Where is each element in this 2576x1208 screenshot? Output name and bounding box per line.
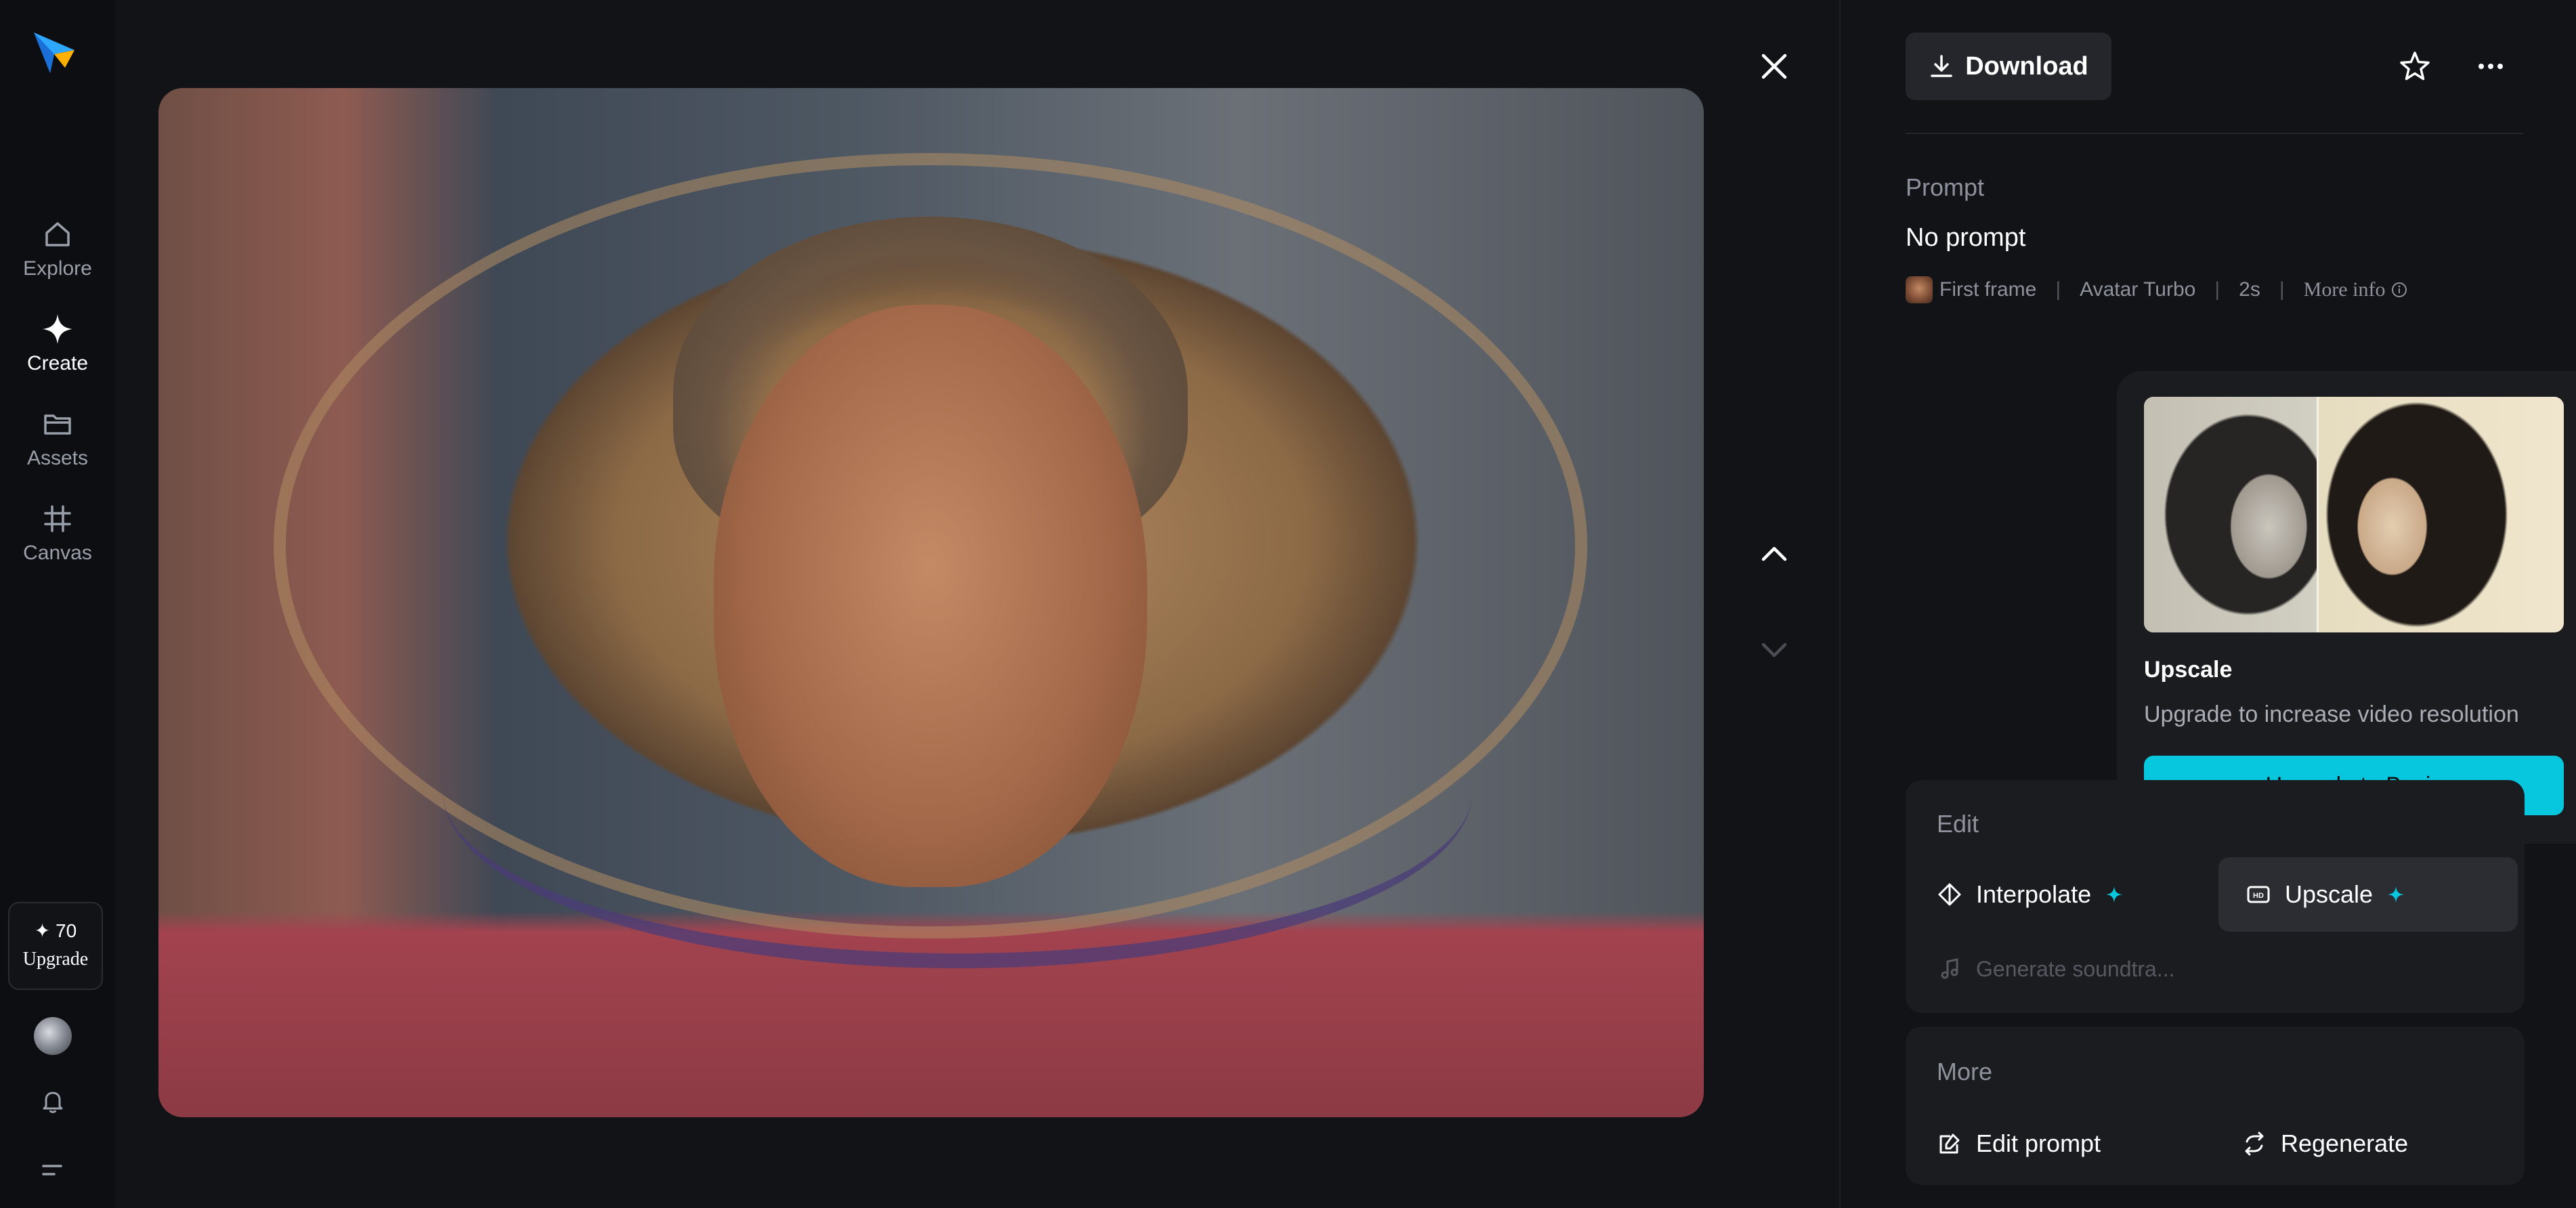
- generated-image: [158, 88, 1704, 1117]
- preview-after: [2319, 397, 2564, 632]
- more-options-icon[interactable]: [2473, 49, 2508, 84]
- sidebar-item-label: Assets: [26, 447, 89, 469]
- edit-card: Edit Interpolate HD Upscale Generate sou…: [1906, 780, 2525, 1013]
- home-icon: [40, 217, 75, 252]
- chevron-up-icon[interactable]: [1757, 536, 1792, 571]
- download-button[interactable]: Download: [1906, 33, 2111, 100]
- upscale-label: Upscale: [2285, 880, 2374, 908]
- interpolate-button[interactable]: Interpolate: [1937, 857, 2124, 932]
- generate-soundtrack-label: Generate soundtra...: [1976, 956, 2175, 981]
- upscale-preview-image: [2144, 397, 2564, 632]
- close-icon[interactable]: [1757, 49, 1792, 84]
- create-diamond-icon: [40, 311, 75, 347]
- sparkle-icon: [2386, 885, 2405, 904]
- upgrade-label: Upgrade: [22, 949, 89, 970]
- header-divider: [1906, 133, 2523, 134]
- sidebar: Explore Create Assets Canvas ✦ 70 Upgrad…: [0, 0, 115, 1208]
- download-icon: [1929, 53, 1954, 79]
- more-card: More Edit prompt Regenerate: [1906, 1027, 2525, 1185]
- star-icon[interactable]: [2397, 49, 2432, 84]
- panel-divider: [1839, 0, 1841, 1208]
- edit-heading: Edit: [1937, 810, 1979, 838]
- sidebar-item-assets[interactable]: Assets: [0, 406, 115, 470]
- popup-title: Upscale: [2144, 657, 2233, 683]
- music-note-icon: [1937, 956, 1962, 982]
- sidebar-item-label: Create: [26, 352, 89, 374]
- duration: 2s: [2239, 278, 2260, 301]
- avatar[interactable]: [34, 1017, 72, 1055]
- upscale-upgrade-popup: Upscale Upgrade to increase video resolu…: [2117, 371, 2576, 844]
- edit-prompt-button[interactable]: Edit prompt: [1937, 1106, 2101, 1181]
- canvas-grid-icon: [40, 501, 75, 536]
- generate-soundtrack-button[interactable]: Generate soundtra...: [1937, 932, 2175, 1006]
- first-frame-label: First frame: [1939, 278, 2037, 301]
- more-heading: More: [1937, 1058, 1993, 1085]
- meta-separator: |: [2279, 278, 2285, 301]
- upscale-button[interactable]: HD Upscale: [2218, 857, 2518, 932]
- meta-separator: |: [2055, 278, 2061, 301]
- prompt-label: Prompt: [1906, 173, 1985, 201]
- upgrade-credits-button[interactable]: ✦ 70 Upgrade: [8, 902, 103, 990]
- hd-icon: HD: [2246, 882, 2271, 907]
- model-name: Avatar Turbo: [2080, 278, 2196, 301]
- image-strap-shape: [443, 616, 1472, 968]
- preview-before: [2144, 397, 2317, 632]
- popup-description: Upgrade to increase video resolution: [2144, 702, 2519, 727]
- regenerate-icon: [2241, 1131, 2267, 1157]
- first-frame-thumbnail: [1906, 276, 1933, 303]
- regenerate-label: Regenerate: [2281, 1129, 2409, 1157]
- credit-count: ✦ 70: [34, 920, 77, 941]
- more-info-link[interactable]: More info: [2304, 278, 2386, 301]
- regenerate-button[interactable]: Regenerate: [2241, 1106, 2408, 1181]
- download-label: Download: [1965, 51, 2088, 81]
- interpolate-label: Interpolate: [1976, 880, 2092, 908]
- sidebar-item-create[interactable]: Create: [0, 311, 115, 375]
- interpolate-icon: [1937, 882, 1962, 907]
- sparkle-icon: [2105, 885, 2124, 904]
- generation-meta: First frame | Avatar Turbo | 2s | More i…: [1906, 274, 2408, 306]
- app-logo[interactable]: [30, 27, 79, 76]
- edit-prompt-label: Edit prompt: [1976, 1129, 2101, 1157]
- sidebar-item-label: Canvas: [23, 542, 92, 564]
- folder-icon: [40, 406, 75, 441]
- menu-icon[interactable]: [38, 1155, 68, 1185]
- chevron-down-icon[interactable]: [1757, 632, 1792, 668]
- meta-separator: |: [2214, 278, 2220, 301]
- svg-text:HD: HD: [2253, 892, 2264, 900]
- preview-split-line: [2317, 397, 2319, 632]
- prompt-value: No prompt: [1906, 223, 2026, 252]
- bell-icon[interactable]: [38, 1086, 68, 1116]
- sidebar-item-label: Explore: [23, 257, 92, 280]
- info-icon[interactable]: [2390, 281, 2408, 299]
- edit-icon: [1937, 1131, 1962, 1157]
- sidebar-item-canvas[interactable]: Canvas: [0, 501, 115, 565]
- sidebar-item-explore[interactable]: Explore: [0, 217, 115, 280]
